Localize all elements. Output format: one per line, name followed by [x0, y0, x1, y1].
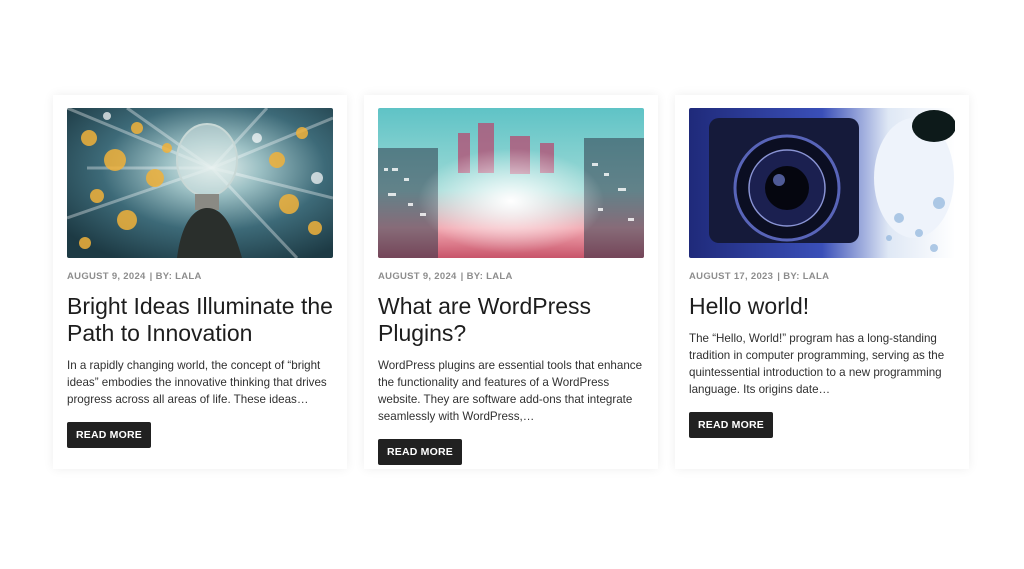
camera-lens-image	[689, 108, 955, 258]
post-title[interactable]: What are WordPress Plugins?	[378, 293, 644, 347]
post-excerpt: WordPress plugins are essential tools th…	[378, 359, 643, 423]
post-meta: AUGUST 17, 2023 | BY: LALA	[689, 271, 955, 282]
post-date: AUGUST 9, 2024	[67, 271, 146, 282]
digital-city-image	[378, 108, 644, 258]
post-title[interactable]: Hello world!	[689, 293, 955, 320]
post-card: AUGUST 9, 2024 | BY: LALA Bright Ideas Ill…	[53, 95, 347, 469]
post-excerpt: The “Hello, World!” program has a long-s…	[689, 332, 945, 396]
post-card: AUGUST 9, 2024 | BY: LALA What are WordPre…	[364, 95, 658, 469]
post-date: AUGUST 9, 2024	[378, 271, 457, 282]
post-author[interactable]: BY: LALA	[156, 271, 202, 282]
post-thumbnail-digital-city[interactable]	[378, 108, 644, 258]
post-author[interactable]: BY: LALA	[467, 271, 513, 282]
post-date: AUGUST 17, 2023	[689, 271, 774, 282]
post-card: AUGUST 17, 2023 | BY: LALA Hello world! Th…	[675, 95, 969, 469]
post-thumbnail-camera[interactable]	[689, 108, 955, 258]
post-meta: AUGUST 9, 2024 | BY: LALA	[378, 271, 644, 282]
meta-separator: |	[777, 271, 781, 282]
post-title[interactable]: Bright Ideas Illuminate the Path to Inno…	[67, 293, 333, 347]
read-more-button[interactable]: READ MORE	[67, 422, 151, 448]
read-more-button[interactable]: READ MORE	[689, 412, 773, 438]
post-thumbnail-lightbulb[interactable]	[67, 108, 333, 258]
post-excerpt: In a rapidly changing world, the concept…	[67, 359, 327, 406]
post-meta: AUGUST 9, 2024 | BY: LALA	[67, 271, 333, 282]
post-author[interactable]: BY: LALA	[783, 271, 829, 282]
meta-separator: |	[460, 271, 464, 282]
lightbulb-image	[67, 108, 333, 258]
post-grid: AUGUST 9, 2024 | BY: LALA Bright Ideas Ill…	[53, 95, 969, 469]
meta-separator: |	[149, 271, 153, 282]
read-more-button[interactable]: READ MORE	[378, 439, 462, 465]
